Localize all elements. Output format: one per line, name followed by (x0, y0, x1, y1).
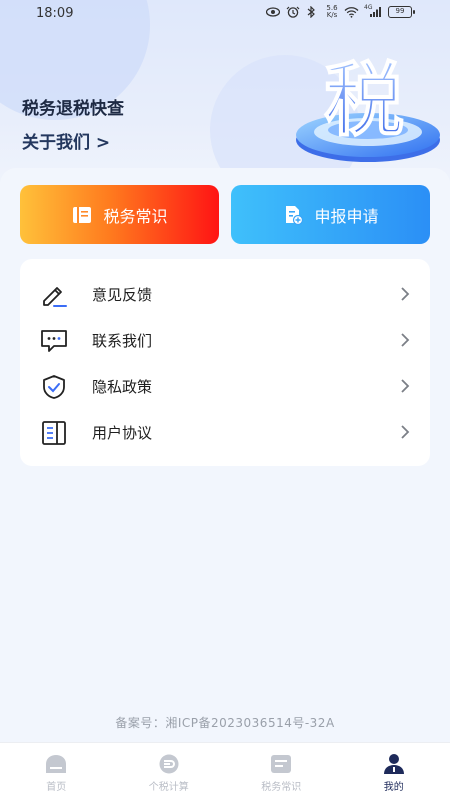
tax-knowledge-label: 税务常识 (103, 206, 168, 226)
calculator-icon (157, 753, 181, 775)
document-add-icon (282, 204, 304, 226)
notebook-icon (71, 204, 93, 226)
menu-item-label: 联系我们 (92, 331, 153, 350)
shield-check-icon (40, 374, 68, 400)
declare-apply-label: 申报申请 (314, 206, 379, 226)
alarm-icon (286, 6, 300, 18)
status-icons: 5.6 K/s 4G 99 (266, 4, 415, 19)
chevron-right-icon (400, 286, 410, 302)
wifi-icon (344, 6, 359, 18)
menu-item-label: 隐私政策 (92, 377, 153, 396)
menu-item-privacy[interactable]: 隐私政策 (20, 363, 430, 409)
document-icon (40, 420, 68, 446)
tab-mine[interactable]: 我的 (338, 743, 450, 800)
edit-pen-icon (40, 282, 68, 308)
status-time: 18:09 (36, 6, 74, 21)
tab-label: 个税计算 (148, 782, 189, 793)
menu-item-feedback[interactable]: 意见反馈 (20, 271, 430, 317)
tax-3d-illustration: 税 (278, 40, 443, 168)
tab-label: 首页 (46, 782, 67, 793)
menu-item-label: 用户协议 (92, 423, 153, 442)
menu-item-contact[interactable]: 联系我们 (20, 317, 430, 363)
menu-item-agreement[interactable]: 用户协议 (20, 409, 430, 455)
battery-icon: 99 (388, 6, 415, 18)
icp-record-text: 备案号：湘ICP备2023036514号-32A (115, 716, 335, 730)
menu-item-label: 意见反馈 (92, 285, 153, 304)
chevron-right-icon (400, 424, 410, 440)
bluetooth-icon (306, 6, 320, 18)
about-us-link[interactable]: 关于我们 > (22, 128, 110, 153)
tab-label: 税务常识 (261, 782, 302, 793)
tax-char-art: 税 (324, 54, 404, 147)
status-bar: 18:09 5.6 K/s 4G 99 (0, 0, 450, 28)
tab-label: 我的 (383, 782, 404, 793)
app-title: 税务退税快查 (22, 99, 124, 119)
settings-menu: 意见反馈 联系我们 隐私政策 用户协议 (20, 259, 430, 466)
signal-icon: 4G (364, 4, 382, 18)
tab-tax-calculator[interactable]: 个税计算 (113, 743, 226, 800)
home-icon (44, 753, 68, 775)
chat-bubble-icon (40, 328, 68, 354)
notebook-icon (269, 753, 293, 775)
tax-knowledge-button[interactable]: 税务常识 (20, 185, 219, 244)
chevron-right-icon (400, 378, 410, 394)
chevron-right-icon (400, 332, 410, 348)
tab-tax-knowledge[interactable]: 税务常识 (225, 743, 338, 800)
bottom-tab-bar: 首页 个税计算 税务常识 我的 (0, 742, 450, 800)
eye-icon (266, 6, 280, 18)
net-speed: 5.6 K/s (326, 4, 338, 19)
declare-apply-button[interactable]: 申报申请 (231, 185, 430, 244)
user-icon (382, 753, 406, 775)
tab-home[interactable]: 首页 (0, 743, 113, 800)
